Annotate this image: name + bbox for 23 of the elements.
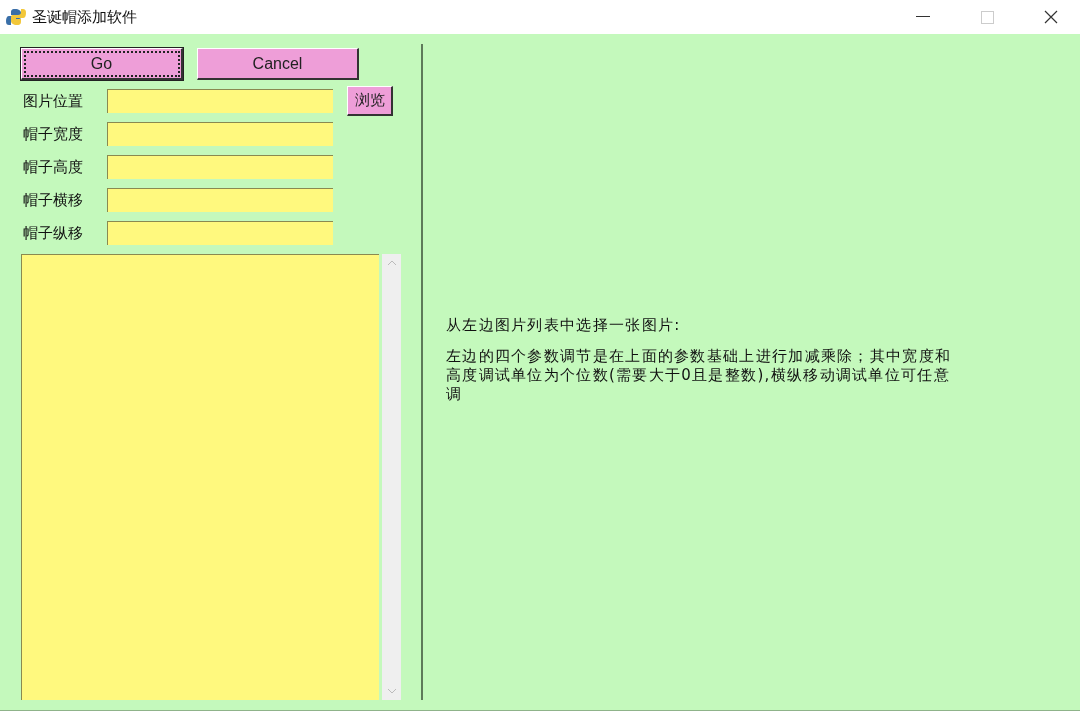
minimize-icon xyxy=(916,16,930,18)
input-field[interactable] xyxy=(107,188,333,212)
scroll-up-icon[interactable] xyxy=(386,260,397,266)
field-label: 帽子纵移 xyxy=(22,223,84,243)
input-field[interactable] xyxy=(107,89,333,113)
window-title: 圣诞帽添加软件 xyxy=(32,7,138,27)
scroll-down-icon[interactable] xyxy=(386,688,397,694)
field-label: 图片位置 xyxy=(22,91,84,111)
field-label: 帽子高度 xyxy=(22,157,84,177)
go-button[interactable]: Go xyxy=(21,48,183,80)
field-label: 帽子宽度 xyxy=(22,124,84,144)
browse-button[interactable]: 浏览 xyxy=(347,86,393,116)
scrollbar[interactable] xyxy=(382,254,401,700)
cancel-button[interactable]: Cancel xyxy=(197,48,359,80)
instruction-text: 左边的四个参数调节是在上面的参数基础上进行加减乘除；其中宽度和高度调试单位为个位数(需要大于0且是整数),横纵移动调试单位可任意调 xyxy=(446,347,953,404)
input-field[interactable] xyxy=(107,155,333,179)
app-logo-icon xyxy=(6,7,26,27)
close-icon xyxy=(1044,10,1058,24)
input-field[interactable] xyxy=(107,221,333,245)
input-field[interactable] xyxy=(107,122,333,146)
instruction-text: 从左边图片列表中选择一张图片: xyxy=(446,316,682,335)
maximize-icon xyxy=(980,10,994,24)
field-label: 帽子横移 xyxy=(22,190,84,210)
